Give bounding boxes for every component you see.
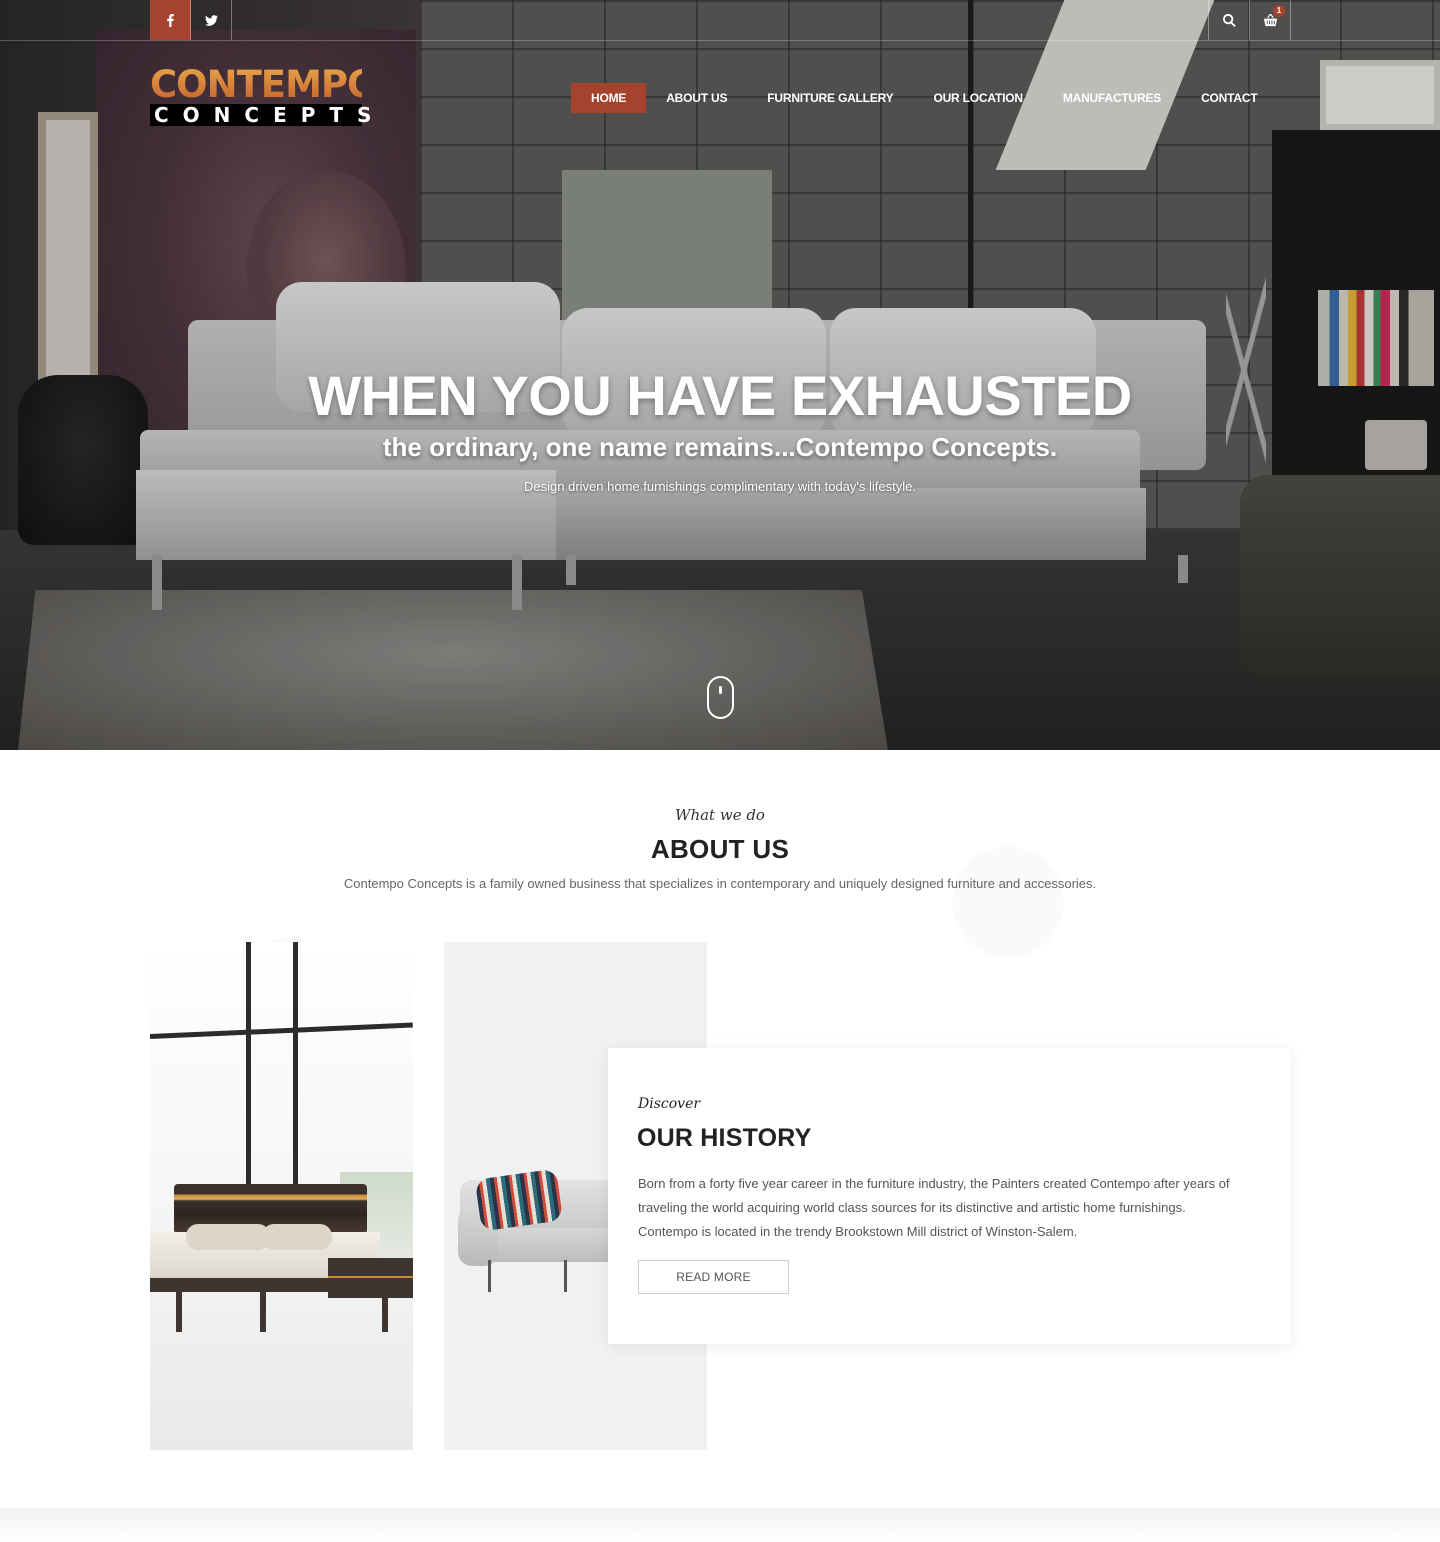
hero-description: Design driven home furnishings complimen… [524,479,916,494]
logo-wordmark-top: CONTEMPO [150,63,378,106]
about-description: Contempo Concepts is a family owned busi… [343,876,1097,891]
search-icon [1222,13,1236,27]
top-bar: 1 [0,0,1440,41]
about-title: ABOUT US [650,834,790,864]
window-frame [150,1022,413,1039]
history-kicker: Discover [638,1096,701,1112]
cart-button[interactable]: 1 [1250,0,1291,40]
hero-title: WHEN YOU HAVE EXHAUSTED [308,364,1132,427]
read-more-button[interactable]: READ MORE [638,1260,789,1294]
bed-leg [382,1292,388,1332]
history-card: Discover OUR HISTORY Born from a forty f… [608,1048,1290,1344]
nav-item-contact[interactable]: CONTACT [1181,83,1258,113]
hero-subtitle: the ordinary, one name remains...Contemp… [382,432,1058,462]
bed-leg [260,1292,266,1332]
twitter-link[interactable] [191,0,232,40]
nav-item-furniture-gallery[interactable]: FURNITURE GALLERY [747,83,913,113]
mouse-scroll-icon[interactable] [707,676,734,719]
social-links [150,0,232,40]
bed-pillow [186,1224,270,1250]
window-frame [293,942,298,1192]
about-kicker: What we do [675,806,765,824]
bed-pillow [262,1224,332,1250]
nav-item-about-us[interactable]: ABOUT US [646,83,747,113]
facebook-link[interactable] [150,0,191,40]
nav-item-our-location[interactable]: OUR LOCATION [913,83,1042,113]
mini-sofa-leg [564,1260,567,1292]
search-button[interactable] [1209,0,1250,40]
window-frame [246,942,251,1192]
hero-section: 1 CONTEMPO CONCEPTS HOME ABOUT US FURNIT… [0,0,1440,750]
mini-sofa-leg [488,1260,491,1292]
main-nav: HOME ABOUT US FURNITURE GALLERY OUR LOCA… [571,83,1258,113]
bedroom-image [150,942,413,1450]
logo-wordmark-bottom: CONCEPTS [150,104,371,126]
nav-item-home[interactable]: HOME [571,83,647,113]
twitter-icon [204,14,218,26]
facebook-icon [166,13,174,27]
nav-item-manufactures[interactable]: MANUFACTURES [1043,83,1181,113]
header-tools: 1 [1208,0,1291,40]
history-title: OUR HISTORY [637,1124,812,1152]
site-logo[interactable]: CONTEMPO CONCEPTS [150,63,378,126]
bed-frame [150,1278,413,1292]
bed-leg [176,1292,182,1332]
cart-count-badge: 1 [1273,5,1285,17]
section-divider [0,1508,1440,1542]
history-text: Born from a forty five year career in th… [638,1176,1230,1239]
